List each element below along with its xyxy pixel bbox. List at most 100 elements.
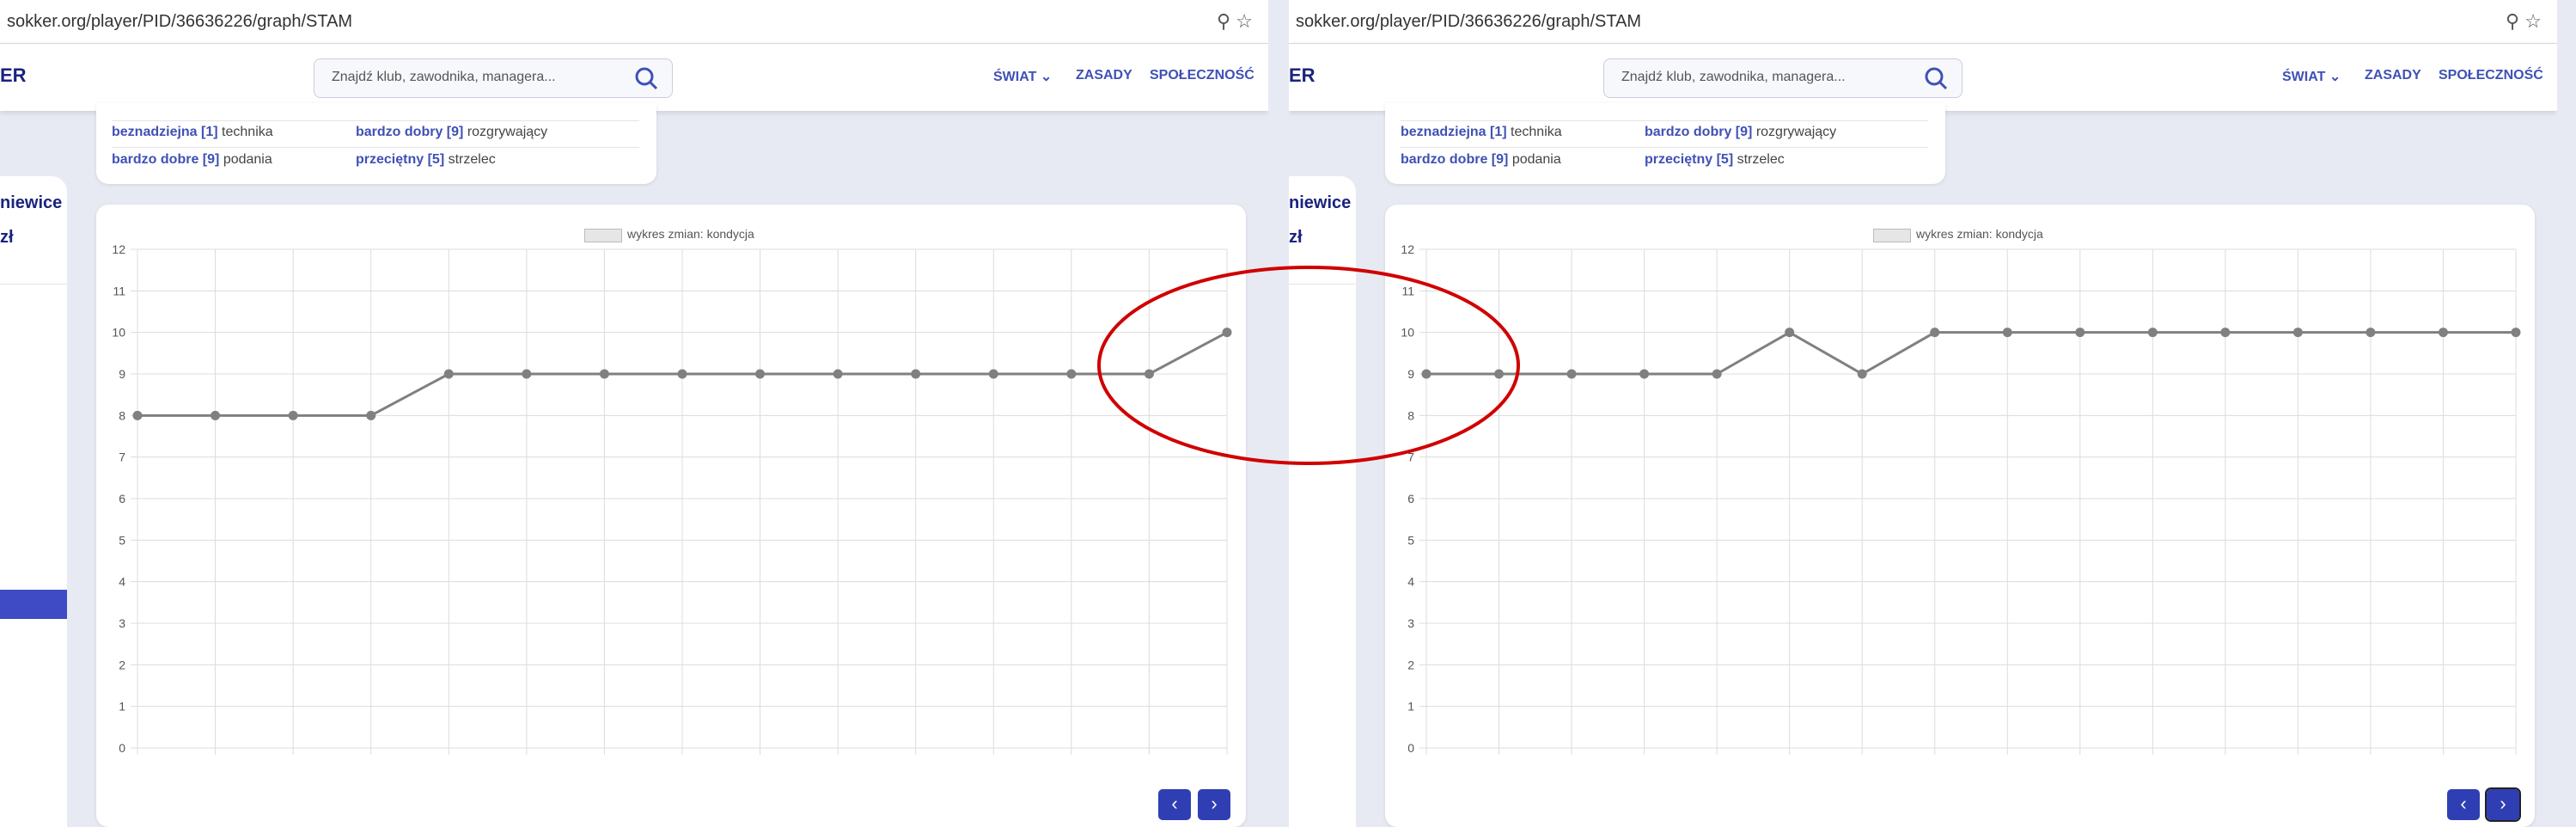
data-point xyxy=(1066,369,1077,379)
y-tick-label: 7 xyxy=(1407,450,1414,464)
y-tick-label: 8 xyxy=(1407,408,1414,422)
y-tick-label: 7 xyxy=(119,450,125,464)
search-icon[interactable] xyxy=(1924,66,1948,90)
y-tick-label: 5 xyxy=(119,533,125,547)
data-point xyxy=(1785,328,1795,338)
y-tick-label: 9 xyxy=(119,367,125,381)
y-tick-label: 11 xyxy=(113,284,125,297)
y-tick-label: 0 xyxy=(1407,741,1414,755)
skill-rozgrywajacy: bardzo dobry [9] rozgrywający xyxy=(356,125,548,139)
address-bar[interactable]: sokker.org/player/PID/36636226/graph/STA… xyxy=(0,0,1268,44)
sidebar-button[interactable] xyxy=(0,590,67,619)
address-bar[interactable]: sokker.org/player/PID/36636226/graph/STA… xyxy=(1289,0,2557,44)
nav-swiat-label: ŚWIAT xyxy=(993,70,1037,84)
skill-technika: beznadziejna [1] technika xyxy=(1401,125,1562,139)
data-point xyxy=(988,369,998,379)
url-text[interactable]: sokker.org/player/PID/36636226/graph/STA… xyxy=(1296,12,1641,32)
next-page-button[interactable]: › xyxy=(1198,789,1230,820)
stamina-chart: 012345678910111219 12/162020 4/1620 8/16 xyxy=(112,242,1232,755)
y-tick-label: 6 xyxy=(119,492,125,505)
club-sidebar: niewice zł xyxy=(1289,176,1356,827)
data-point xyxy=(1930,328,1940,338)
club-sidebar: niewice zł xyxy=(0,176,67,827)
data-point xyxy=(833,369,843,379)
data-point xyxy=(1639,369,1650,379)
skill-rozgrywajacy: bardzo dobry [9] rozgrywający xyxy=(1645,125,1837,139)
y-tick-label: 1 xyxy=(1407,700,1414,714)
nav-swiat[interactable]: ŚWIAT ⌄ xyxy=(2282,68,2341,85)
prev-page-button[interactable]: ‹ xyxy=(2447,789,2480,820)
divider xyxy=(1289,284,1356,285)
divider xyxy=(1401,120,1928,121)
club-money: zł xyxy=(0,228,14,247)
nav-spolecznosc[interactable]: SPOŁECZNOŚĆ xyxy=(1150,68,1254,83)
next-page-button[interactable]: › xyxy=(2485,787,2521,822)
data-point xyxy=(755,369,766,379)
skill-strzelec: przeciętny [5] strzelec xyxy=(356,152,496,167)
skill-strzelec: przeciętny [5] strzelec xyxy=(1645,152,1785,167)
divider xyxy=(0,284,67,285)
data-point xyxy=(1712,369,1722,379)
zoom-icon[interactable]: ⚲ ☆ xyxy=(1217,10,1253,33)
y-tick-label: 10 xyxy=(1401,326,1414,340)
y-tick-label: 6 xyxy=(1407,492,1414,505)
nav-zasady[interactable]: ZASADY xyxy=(1076,68,1132,83)
data-point xyxy=(366,410,376,420)
url-text[interactable]: sokker.org/player/PID/36636226/graph/STA… xyxy=(7,12,352,32)
y-tick-label: 12 xyxy=(112,242,125,256)
data-point xyxy=(2511,328,2521,338)
data-point xyxy=(2147,328,2158,338)
search-placeholder: Znajdź klub, zawodnika, managera... xyxy=(1621,70,1846,84)
data-point xyxy=(2365,328,2376,338)
nav-swiat[interactable]: ŚWIAT ⌄ xyxy=(993,68,1052,85)
chart-card: wykres zmian: kondycja 01234567891011121… xyxy=(96,205,1246,827)
search-icon[interactable] xyxy=(634,66,658,90)
data-point xyxy=(1566,369,1577,379)
prev-page-button[interactable]: ‹ xyxy=(1158,789,1191,820)
zoom-icon[interactable]: ⚲ ☆ xyxy=(2506,10,2542,33)
y-tick-label: 1 xyxy=(119,700,125,714)
site-header: ER Znajdź klub, zawodnika, managera... Ś… xyxy=(1289,44,2557,111)
search-input[interactable]: Znajdź klub, zawodnika, managera... xyxy=(1603,58,1963,98)
y-tick-label: 12 xyxy=(1401,242,1414,256)
data-point xyxy=(2220,328,2231,338)
search-input[interactable]: Znajdź klub, zawodnika, managera... xyxy=(314,58,673,98)
data-point xyxy=(2438,328,2448,338)
data-point xyxy=(1857,369,1867,379)
search-placeholder: Znajdź klub, zawodnika, managera... xyxy=(332,70,556,84)
y-tick-label: 2 xyxy=(1407,658,1414,671)
chevron-down-icon: ⌄ xyxy=(2329,70,2341,84)
data-point xyxy=(1222,328,1232,338)
club-money: zł xyxy=(1289,228,1303,247)
y-tick-label: 3 xyxy=(1407,616,1414,630)
y-tick-label: 5 xyxy=(1407,533,1414,547)
data-point xyxy=(2075,328,2085,338)
site-logo[interactable]: ER xyxy=(0,64,27,87)
series-line xyxy=(1426,330,2516,376)
y-tick-label: 2 xyxy=(119,658,125,671)
data-point xyxy=(288,410,298,420)
site-header: ER Znajdź klub, zawodnika, managera... Ś… xyxy=(0,44,1268,111)
data-point xyxy=(522,369,532,379)
skill-podania: bardzo dobre [9] podania xyxy=(112,152,272,167)
nav-spolecznosc[interactable]: SPOŁECZNOŚĆ xyxy=(2439,68,2543,83)
skill-technika: beznadziejna [1] technika xyxy=(112,125,273,139)
y-tick-label: 4 xyxy=(1407,575,1414,589)
y-tick-label: 8 xyxy=(119,408,125,422)
y-tick-label: 9 xyxy=(1407,367,1414,381)
club-name: niewice xyxy=(1289,193,1352,212)
y-tick-label: 4 xyxy=(119,575,125,589)
data-point xyxy=(1144,369,1154,379)
skill-podania: bardzo dobre [9] podania xyxy=(1401,152,1561,167)
nav-zasady[interactable]: ZASADY xyxy=(2365,68,2421,83)
site-logo[interactable]: ER xyxy=(1289,64,1315,87)
data-point xyxy=(1494,369,1505,379)
data-point xyxy=(2002,328,2012,338)
data-point xyxy=(132,410,143,420)
data-point xyxy=(211,410,221,420)
skills-card: beznadziejna [1] technika bardzo dobry [… xyxy=(96,103,656,184)
data-point xyxy=(911,369,921,379)
browser-window-right: sokker.org/player/PID/36636226/graph/STA… xyxy=(1289,0,2557,827)
divider xyxy=(1401,147,1928,148)
data-point xyxy=(1421,369,1431,379)
